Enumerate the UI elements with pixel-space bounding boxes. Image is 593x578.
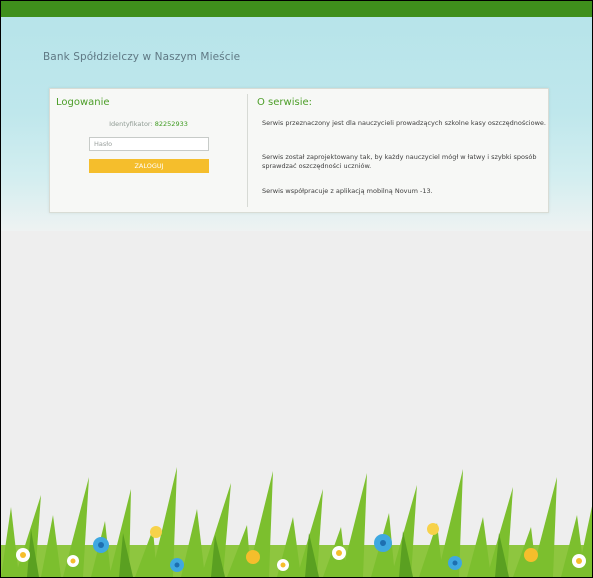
password-input[interactable]: Hasło	[89, 137, 209, 151]
identifier-line: Identyfikator: 82252933	[56, 120, 241, 128]
about-paragraph-3: Serwis współpracuje z aplikacją mobilną …	[262, 187, 433, 195]
login-button[interactable]: ZALOGUJ	[89, 159, 209, 173]
panel-divider	[247, 94, 248, 207]
identifier-value: 82252933	[154, 120, 188, 128]
identifier-label: Identyfikator:	[109, 120, 153, 128]
about-title: O serwisie:	[257, 97, 312, 108]
grass-decoration	[1, 467, 592, 577]
about-paragraph-1: Serwis przeznaczony jest dla nauczycieli…	[262, 119, 546, 127]
about-paragraph-2: Serwis został zaprojektowany tak, by każ…	[262, 153, 537, 170]
page: Bank Spółdzielczy w Naszym Mieście Logow…	[0, 0, 593, 578]
login-title: Logowanie	[56, 97, 110, 108]
top-bar	[1, 1, 592, 17]
bank-name: Bank Spółdzielczy w Naszym Mieście	[43, 51, 241, 63]
login-panel: Logowanie Identyfikator: 82252933 Hasło …	[49, 88, 549, 213]
